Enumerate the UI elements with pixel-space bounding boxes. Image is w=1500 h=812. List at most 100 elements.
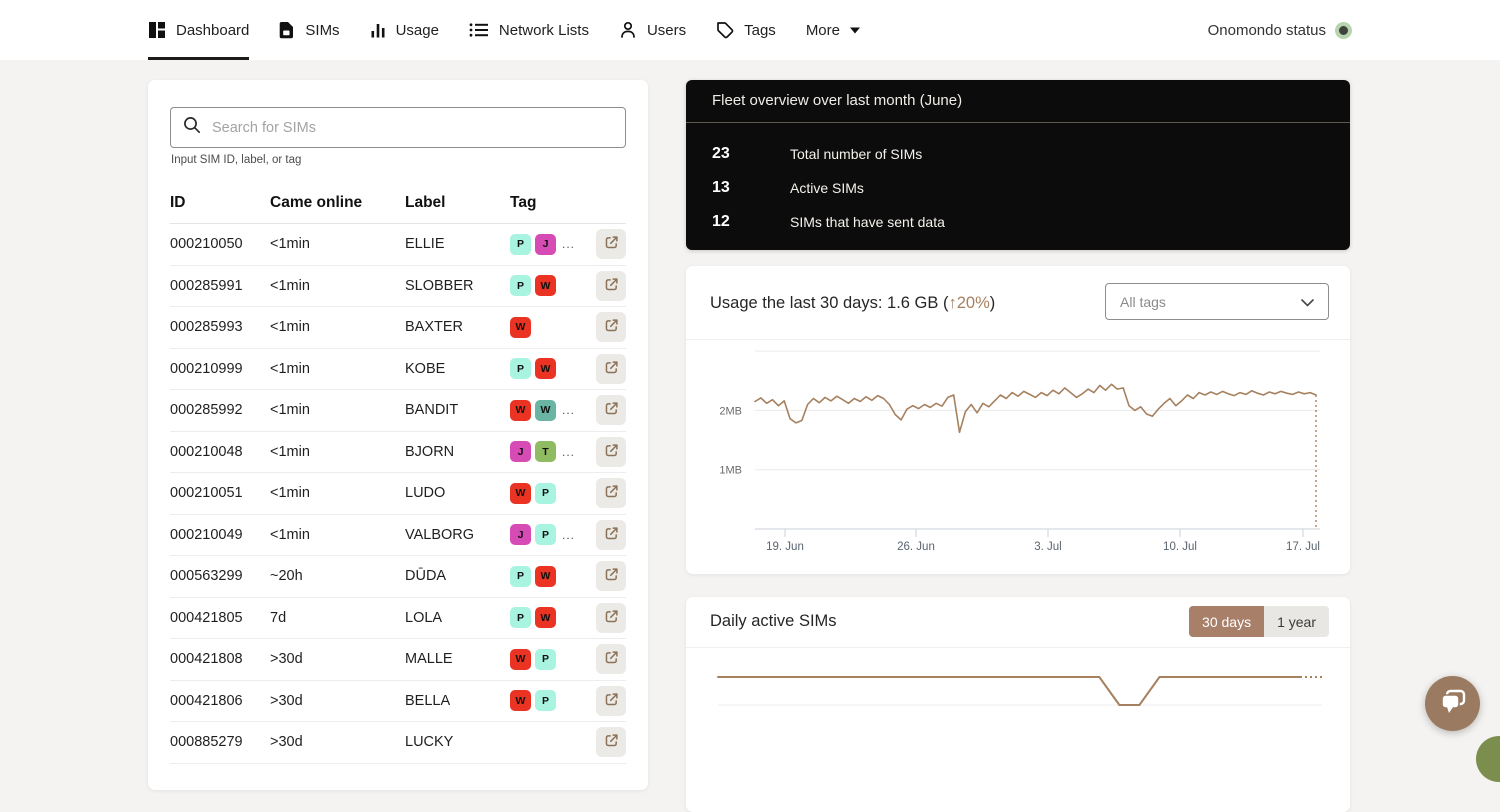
chat-icon [1439,689,1467,718]
sim-tags: WP [510,482,596,504]
sim-id: 000421808 [170,651,243,668]
fleet-stat-label: SIMs that have sent data [790,214,945,230]
open-sim-button[interactable] [596,644,626,675]
toggle-1-year[interactable]: 1 year [1264,606,1329,637]
tag-chip: P [535,524,556,546]
fleet-stat-label: Total number of SIMs [790,146,923,162]
nav-item-more[interactable]: More [806,0,860,60]
top-navigation-bar: Dashboard SIMs Usage Network Lists Users Tags… [0,0,1500,60]
external-link-icon [604,443,619,461]
toggle-30-days[interactable]: 30 days [1189,606,1265,637]
tag-chip: P [510,358,531,380]
sim-tags: WP [510,690,596,712]
fleet-stat-value: 23 [712,145,730,162]
open-sim-button[interactable] [596,312,626,343]
sim-tags: PW [510,565,596,587]
sim-label: KOBE [405,360,446,377]
column-header-id: ID [170,194,186,211]
sim-came-online: <1min [270,526,310,543]
sim-came-online: ~20h [270,568,303,585]
tag-chip: T [535,441,556,463]
trend-up-indicator: ↑20% [948,294,990,312]
open-sim-button[interactable] [596,353,626,384]
search-input[interactable] [210,118,613,137]
column-header-label: Label [405,194,446,211]
sim-id: 000285991 [170,277,243,294]
sim-tags: PW [510,607,596,629]
corner-widget-bubble [1476,736,1500,782]
more-tags-ellipsis: ... [562,237,576,252]
open-sim-button[interactable] [596,436,626,467]
sim-id: 000563299 [170,568,243,585]
nav-item-users[interactable]: Users [619,0,686,60]
onomondo-status[interactable]: Onomondo status [1208,0,1352,60]
external-link-icon [604,235,619,253]
sim-label: SLOBBER [405,277,474,294]
fleet-stat-label: Active SIMs [790,180,864,196]
sim-label: MALLE [405,651,453,668]
svg-text:3. Jul: 3. Jul [1034,541,1062,553]
sim-table-header: ID Came online Label Tag [170,194,626,224]
sim-came-online: <1min [270,360,310,377]
nav-item-usage[interactable]: Usage [370,0,439,60]
fleet-stat-row: 12 SIMs that have sent data [712,205,1324,239]
sim-id: 000285993 [170,319,243,336]
nav-item-label: More [805,21,840,39]
tag-chip: P [510,275,531,297]
tag-chip: W [535,358,556,380]
open-sim-button[interactable] [596,727,626,758]
open-sim-button[interactable] [596,602,626,633]
tag-chip: W [510,648,531,670]
usage-line-chart: 1MB 2MB 19. Jun 26. Jun 3. Jul 10. Jul 17. Jul [719,350,1320,553]
sim-row: 000210049 <1min VALBORG J P... [170,515,626,556]
svg-text:10. Jul: 10. Jul [1163,541,1197,553]
external-link-icon [604,526,619,544]
tag-chip: W [535,565,556,587]
tag-chip: W [535,399,556,421]
sim-row: 000885279 >30d LUCKY [170,722,626,764]
nav-item-sims[interactable]: SIMs [279,0,340,60]
tag-chip: J [535,233,556,255]
open-sim-button[interactable] [596,478,626,509]
sim-row: 000285993 <1min BAXTER W [170,307,626,349]
sim-label: BELLA [405,692,451,709]
open-sim-button[interactable] [596,395,626,426]
nav-item-network-lists[interactable]: Network Lists [469,0,589,60]
svg-text:19. Jun: 19. Jun [766,541,804,553]
tag-chip: P [510,233,531,255]
main-nav: Dashboard SIMs Usage Network Lists Users Tags… [148,0,860,60]
external-link-icon [604,277,619,295]
sim-label: LOLA [405,609,443,626]
daily-active-sims-panel: Daily active SIMs 30 days 1 year [686,597,1350,812]
tag-chip: J [510,441,531,463]
more-tags-ellipsis: ... [562,527,576,542]
sim-label: VALBORG [405,526,475,543]
nav-item-dashboard[interactable]: Dashboard [148,0,250,60]
sim-label: BJORN [405,443,455,460]
sim-row: 000210051 <1min LUDO W P [170,473,626,515]
sim-came-online: <1min [270,236,310,253]
nav-item-label: SIMs [305,21,340,39]
sim-icon [279,21,295,39]
tag-filter-value: All tags [1120,293,1166,310]
open-sim-button[interactable] [596,229,626,260]
open-sim-button[interactable] [596,685,626,716]
sim-label: BAXTER [405,319,464,336]
external-link-icon [604,692,619,710]
sim-came-online: <1min [270,319,310,336]
open-sim-button[interactable] [596,270,626,301]
tag-chip: P [510,565,531,587]
chat-launcher-button[interactable] [1425,676,1480,731]
tag-chip: W [535,275,556,297]
sim-row: 000210050 <1min ELLIE P J... [170,224,626,266]
sim-row: 000421806 >30d BELLA W P [170,681,626,722]
open-sim-button[interactable] [596,519,626,550]
open-sim-button[interactable] [596,561,626,592]
nav-item-tags[interactable]: Tags [716,0,776,60]
tag-filter-select[interactable]: All tags [1105,283,1329,320]
usage-panel: Usage the last 30 days: 1.6 GB (↑20%) Al… [686,266,1350,574]
tag-chip: P [535,648,556,670]
svg-text:26. Jun: 26. Jun [897,541,935,553]
status-indicator-icon [1335,21,1352,39]
nav-item-label: Usage [395,21,439,39]
